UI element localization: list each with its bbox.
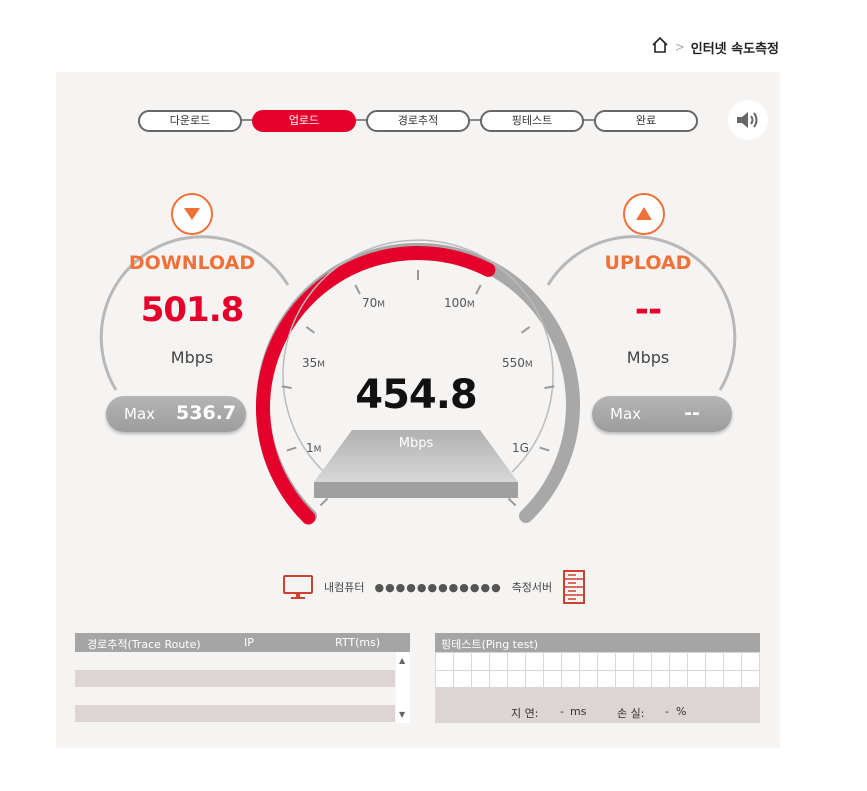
ping-cell bbox=[634, 670, 651, 687]
download-value: 501.8 bbox=[140, 290, 245, 330]
ping-cell bbox=[616, 653, 633, 670]
ping-cell bbox=[526, 670, 543, 687]
trace-col-route: 경로추적(Trace Route) bbox=[87, 638, 201, 651]
latency-unit: ms bbox=[570, 705, 587, 718]
ping-cell bbox=[634, 653, 651, 670]
ping-cell bbox=[526, 653, 543, 670]
ping-cell bbox=[598, 653, 615, 670]
ping-cell bbox=[670, 653, 687, 670]
server-icon bbox=[563, 570, 586, 604]
ping-cell bbox=[508, 670, 525, 687]
table-row bbox=[75, 670, 395, 687]
ping-grid bbox=[435, 652, 760, 688]
speed-test-panel: 다운로드 업로드 경로추적 핑테스트 완료 DOWNLOAD 501.8 Mbp… bbox=[56, 72, 780, 748]
ping-cell bbox=[724, 653, 741, 670]
upload-value: -- bbox=[634, 290, 662, 330]
ping-cell bbox=[688, 670, 705, 687]
upload-unit: Mbps bbox=[626, 348, 670, 367]
ping-header: 핑테스트(Ping test) bbox=[435, 633, 760, 652]
trace-route-header: 경로추적(Trace Route) IP RTT(ms) bbox=[75, 633, 410, 652]
breadcrumb: > 인터넷 속도측정 bbox=[651, 36, 779, 58]
home-icon[interactable] bbox=[651, 36, 669, 58]
table-row bbox=[75, 705, 395, 722]
gauge-tick bbox=[539, 446, 550, 452]
tick-label-1g: 1G bbox=[512, 441, 529, 455]
loss-label: 손 실: bbox=[617, 707, 645, 720]
ping-cell bbox=[454, 670, 471, 687]
ping-cell bbox=[598, 670, 615, 687]
ping-cell bbox=[670, 670, 687, 687]
gauge-tick bbox=[475, 284, 482, 295]
ping-cell bbox=[652, 670, 669, 687]
ping-cell bbox=[724, 670, 741, 687]
download-max: Max 536.7 bbox=[106, 396, 246, 432]
ping-cell bbox=[490, 670, 507, 687]
latency-value: - bbox=[560, 705, 564, 718]
gauge-tick bbox=[354, 284, 361, 295]
connection-dots: ●●●●●●●●●●●● bbox=[374, 580, 502, 594]
gauge-tick bbox=[286, 446, 297, 452]
ping-cell bbox=[742, 670, 759, 687]
tick-label-70m: 70M bbox=[362, 296, 386, 310]
ping-cell bbox=[472, 670, 489, 687]
ping-cell bbox=[742, 653, 759, 670]
latency-label: 지 연: bbox=[511, 707, 539, 720]
ping-cell bbox=[706, 670, 723, 687]
ping-cell bbox=[562, 670, 579, 687]
trace-col-ip: IP bbox=[244, 636, 254, 649]
computer-icon bbox=[283, 575, 313, 599]
connection-indicator: 내컴퓨터 ●●●●●●●●●●●● 측정서버 bbox=[282, 570, 586, 604]
gauge-tick bbox=[507, 497, 517, 507]
download-unit: Mbps bbox=[170, 348, 214, 367]
ping-cell bbox=[472, 653, 489, 670]
gauge-tick bbox=[319, 497, 329, 507]
current-speed-unit: Mbps bbox=[398, 436, 434, 451]
tick-label-550m: 550M bbox=[502, 356, 533, 370]
scroll-down-icon[interactable]: ▼ bbox=[399, 710, 405, 719]
ping-cell bbox=[562, 653, 579, 670]
client-label: 내컴퓨터 bbox=[324, 581, 365, 594]
gauge-tick bbox=[521, 326, 531, 334]
gauge-tick bbox=[305, 326, 315, 334]
chevron-right-icon: > bbox=[674, 40, 685, 54]
upload-max: Max -- bbox=[592, 396, 732, 432]
ping-cell bbox=[490, 653, 507, 670]
ping-cell bbox=[508, 653, 525, 670]
ping-cell bbox=[436, 653, 453, 670]
ping-cell bbox=[706, 653, 723, 670]
ping-cell bbox=[544, 653, 561, 670]
ping-title: 핑테스트(Ping test) bbox=[441, 638, 539, 651]
tick-label-35m: 35M bbox=[302, 356, 326, 370]
ping-cell bbox=[652, 653, 669, 670]
scrollbar[interactable]: ▲ ▼ bbox=[396, 652, 410, 723]
tick-label-100m: 100M bbox=[444, 296, 475, 310]
ping-cell bbox=[616, 670, 633, 687]
server-label: 측정서버 bbox=[511, 581, 553, 594]
download-title: DOWNLOAD bbox=[128, 252, 256, 274]
tick-label-1m: 1M bbox=[306, 441, 322, 455]
download-max-value: 536.7 bbox=[176, 402, 237, 424]
loss-unit: % bbox=[676, 705, 687, 718]
ping-cell bbox=[580, 670, 597, 687]
ping-cell bbox=[544, 670, 561, 687]
current-speed: 454.8 bbox=[355, 372, 478, 418]
upload-max-value: -- bbox=[684, 402, 700, 424]
scroll-up-icon[interactable]: ▲ bbox=[399, 656, 405, 665]
ping-cell bbox=[580, 653, 597, 670]
breadcrumb-current: 인터넷 속도측정 bbox=[690, 41, 779, 57]
trace-col-rtt: RTT(ms) bbox=[335, 636, 381, 649]
ping-cell bbox=[688, 653, 705, 670]
loss-value: - bbox=[665, 705, 669, 718]
ping-cell bbox=[454, 653, 471, 670]
upload-title: UPLOAD bbox=[604, 252, 692, 274]
trace-route-table: 경로추적(Trace Route) IP RTT(ms) ▲ ▼ bbox=[75, 633, 410, 723]
ping-cell bbox=[436, 670, 453, 687]
ping-test-table: 핑테스트(Ping test) 지 연: - ms 손 실: - % bbox=[435, 633, 760, 723]
